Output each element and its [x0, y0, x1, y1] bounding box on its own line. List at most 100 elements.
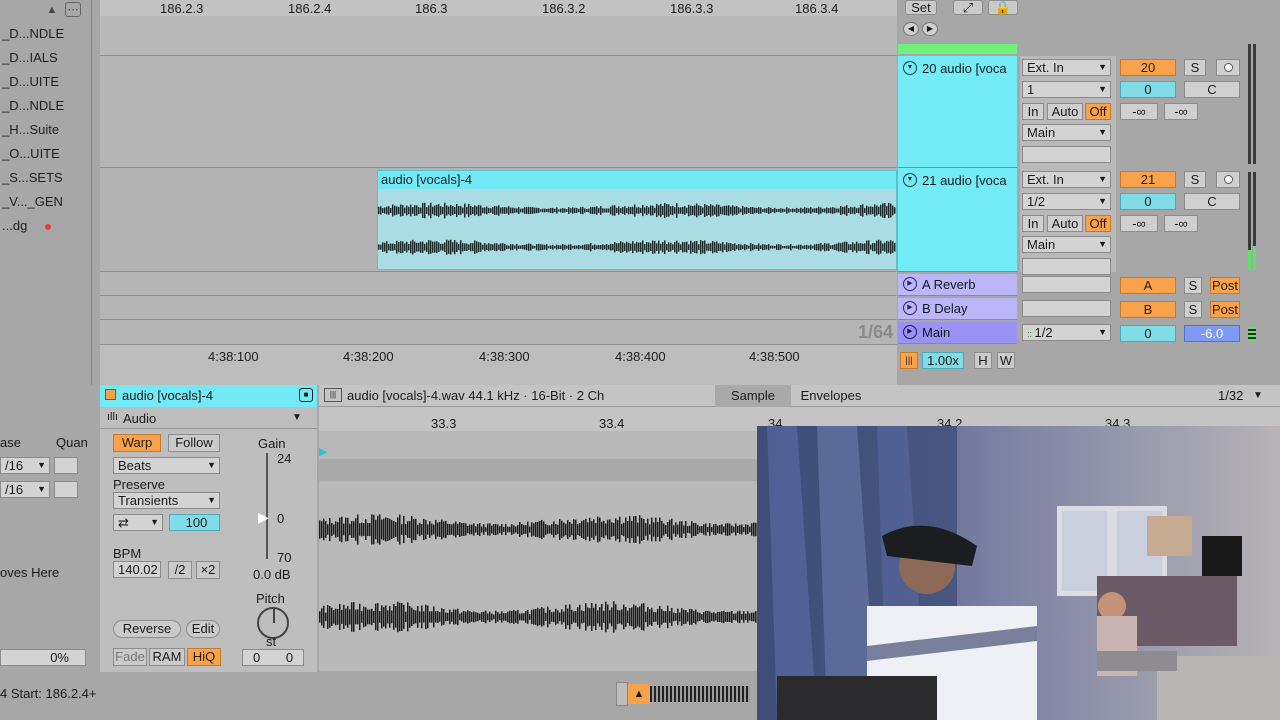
groove-quant-2[interactable]	[54, 481, 78, 498]
waveform-icon[interactable]: |||	[900, 352, 918, 369]
time-ruler[interactable]: 4:38:100 4:38:200 4:38:300 4:38:400 4:38…	[100, 345, 897, 373]
h-button[interactable]: H	[974, 352, 992, 369]
w-button[interactable]: W	[997, 352, 1015, 369]
browser-item[interactable]: _D...NDLE	[2, 98, 64, 113]
fade-button[interactable]: Fade	[113, 648, 147, 666]
return-activator-b[interactable]: B	[1120, 301, 1176, 318]
overview-warning-icon[interactable]: ▲	[628, 684, 650, 704]
clip-title-bar[interactable]: audio [vocals]-4	[378, 171, 896, 189]
reverse-button[interactable]: Reverse	[113, 620, 181, 638]
more-icon[interactable]: ⋯	[65, 2, 81, 17]
track-lane-20[interactable]	[100, 56, 897, 168]
browser-item[interactable]: _D...NDLE	[2, 26, 64, 41]
edit-button[interactable]: Edit	[186, 620, 220, 638]
input-type-select[interactable]: Ext. In ▼	[1022, 171, 1111, 188]
pitch-fields[interactable]: 0 0	[242, 649, 304, 666]
monitor-off-button[interactable]: Off	[1085, 215, 1111, 232]
pan-value[interactable]: 0	[1120, 81, 1176, 98]
main-value[interactable]: 0	[1120, 325, 1176, 342]
browser-item[interactable]: _S...SETS	[2, 170, 63, 185]
browser-item[interactable]: _O...UITE	[2, 146, 60, 161]
volume-db[interactable]: -∞	[1120, 103, 1158, 120]
loop-mode-select[interactable]: ⇄ ▼	[113, 514, 163, 531]
tab-envelopes[interactable]: Envelopes	[793, 385, 869, 407]
browser-item[interactable]: ...dg	[2, 218, 52, 233]
volume-db[interactable]: -∞	[1120, 215, 1158, 232]
pan-value[interactable]: 0	[1120, 193, 1176, 210]
clip-header[interactable]: audio [vocals]-4 ■	[100, 385, 317, 407]
half-tempo-button[interactable]: /2	[168, 561, 192, 579]
monitor-auto-button[interactable]: Auto	[1047, 103, 1083, 120]
groove-select-2[interactable]: /16 ▼	[0, 481, 50, 498]
main-channel-select[interactable]: :: 1/2 ▼	[1022, 324, 1111, 341]
solo-button[interactable]: S	[1184, 301, 1202, 318]
sample-display[interactable]: ▶	[319, 431, 759, 671]
main-track-header[interactable]: ▶ Main	[898, 322, 1017, 344]
input-channel-select[interactable]: 1/2 ▼	[1022, 193, 1111, 210]
expand-icon[interactable]: ⤢	[953, 0, 983, 15]
return-output-select[interactable]	[1022, 276, 1111, 293]
follow-button[interactable]: Follow	[168, 434, 220, 452]
track-lane-master-automation[interactable]	[100, 16, 897, 56]
pan-position[interactable]: C	[1184, 81, 1240, 98]
chevron-down-icon[interactable]: ▼	[292, 412, 302, 423]
arm-button[interactable]	[1216, 171, 1240, 188]
arrow-right-icon[interactable]: ▶	[922, 22, 938, 36]
input-channel-select[interactable]: 1 ▼	[1022, 81, 1111, 98]
monitor-auto-button[interactable]: Auto	[1047, 215, 1083, 232]
lock-icon[interactable]: 🔒	[988, 0, 1018, 15]
gain-slider-track[interactable]	[266, 453, 268, 559]
return-lane-a[interactable]	[100, 272, 897, 296]
chevron-down-icon[interactable]: ▼	[1253, 390, 1263, 401]
track-lane-21[interactable]: audio [vocals]-4	[100, 168, 897, 272]
overview-waveform[interactable]	[650, 686, 750, 702]
device-header[interactable]: ıllı Audio ▼	[100, 407, 317, 429]
browser-item[interactable]: _D...UITE	[2, 74, 59, 89]
fold-arrow-icon[interactable]: ▼	[903, 61, 917, 75]
triangle-up-icon[interactable]: ▲	[44, 3, 60, 17]
percent-field[interactable]: 0%	[0, 649, 86, 666]
file-icon[interactable]: |||	[324, 388, 342, 402]
play-arrow-icon[interactable]: ▶	[903, 301, 917, 315]
track-header-21[interactable]: ▼ 21 audio [voca	[898, 168, 1017, 272]
output-channel-select[interactable]	[1022, 258, 1111, 275]
audio-clip[interactable]: audio [vocals]-4	[377, 170, 897, 270]
solo-button[interactable]: S	[1184, 171, 1206, 188]
output-select[interactable]: Main ▼	[1022, 236, 1111, 253]
zoom-value[interactable]: 1.00x	[922, 352, 964, 369]
start-marker-icon[interactable]: ▶	[319, 445, 327, 458]
pan-position[interactable]: C	[1184, 193, 1240, 210]
tab-sample[interactable]: Sample	[715, 385, 791, 407]
output-channel-select[interactable]	[1022, 146, 1111, 163]
play-arrow-icon[interactable]: ▶	[903, 277, 917, 291]
return-lane-b[interactable]	[100, 296, 897, 320]
browser-item[interactable]: _D...IALS	[2, 50, 58, 65]
bpm-field[interactable]: 140.02	[113, 561, 161, 578]
save-icon[interactable]: ■	[299, 388, 313, 402]
return-activator-a[interactable]: A	[1120, 277, 1176, 294]
monitor-in-button[interactable]: In	[1022, 215, 1044, 232]
output-select[interactable]: Main ▼	[1022, 124, 1111, 141]
groove-quant-1[interactable]	[54, 457, 78, 474]
arm-button[interactable]	[1216, 59, 1240, 76]
arrow-left-icon[interactable]: ◀	[903, 22, 919, 36]
return-output-select[interactable]	[1022, 300, 1111, 317]
scroll-handle[interactable]	[616, 682, 628, 706]
warp-marker-bar[interactable]	[319, 459, 759, 481]
track-activator-21[interactable]: 21	[1120, 171, 1176, 188]
return-header-b[interactable]: ▶ B Delay	[898, 298, 1017, 320]
input-type-select[interactable]: Ext. In ▼	[1022, 59, 1111, 76]
browser-item[interactable]: _H...Suite	[2, 122, 59, 137]
warp-mode-select[interactable]: Beats ▼	[113, 457, 220, 474]
track-header-20[interactable]: ▼ 20 audio [voca	[898, 56, 1017, 168]
clip-color-icon[interactable]	[105, 389, 116, 400]
post-button[interactable]: Post	[1210, 301, 1240, 318]
track-activator-20[interactable]: 20	[1120, 59, 1176, 76]
warp-button[interactable]: Warp	[113, 434, 161, 452]
peak-db[interactable]: -∞	[1164, 215, 1198, 232]
beat-ruler[interactable]: 186.2.3 186.2.4 186.3 186.3.2 186.3.3 18…	[100, 0, 897, 16]
gain-slider-thumb[interactable]: ▶	[258, 509, 269, 526]
peak-db[interactable]: -∞	[1164, 103, 1198, 120]
set-button[interactable]: Set	[905, 0, 937, 15]
main-lane[interactable]: 1/64	[100, 320, 897, 345]
